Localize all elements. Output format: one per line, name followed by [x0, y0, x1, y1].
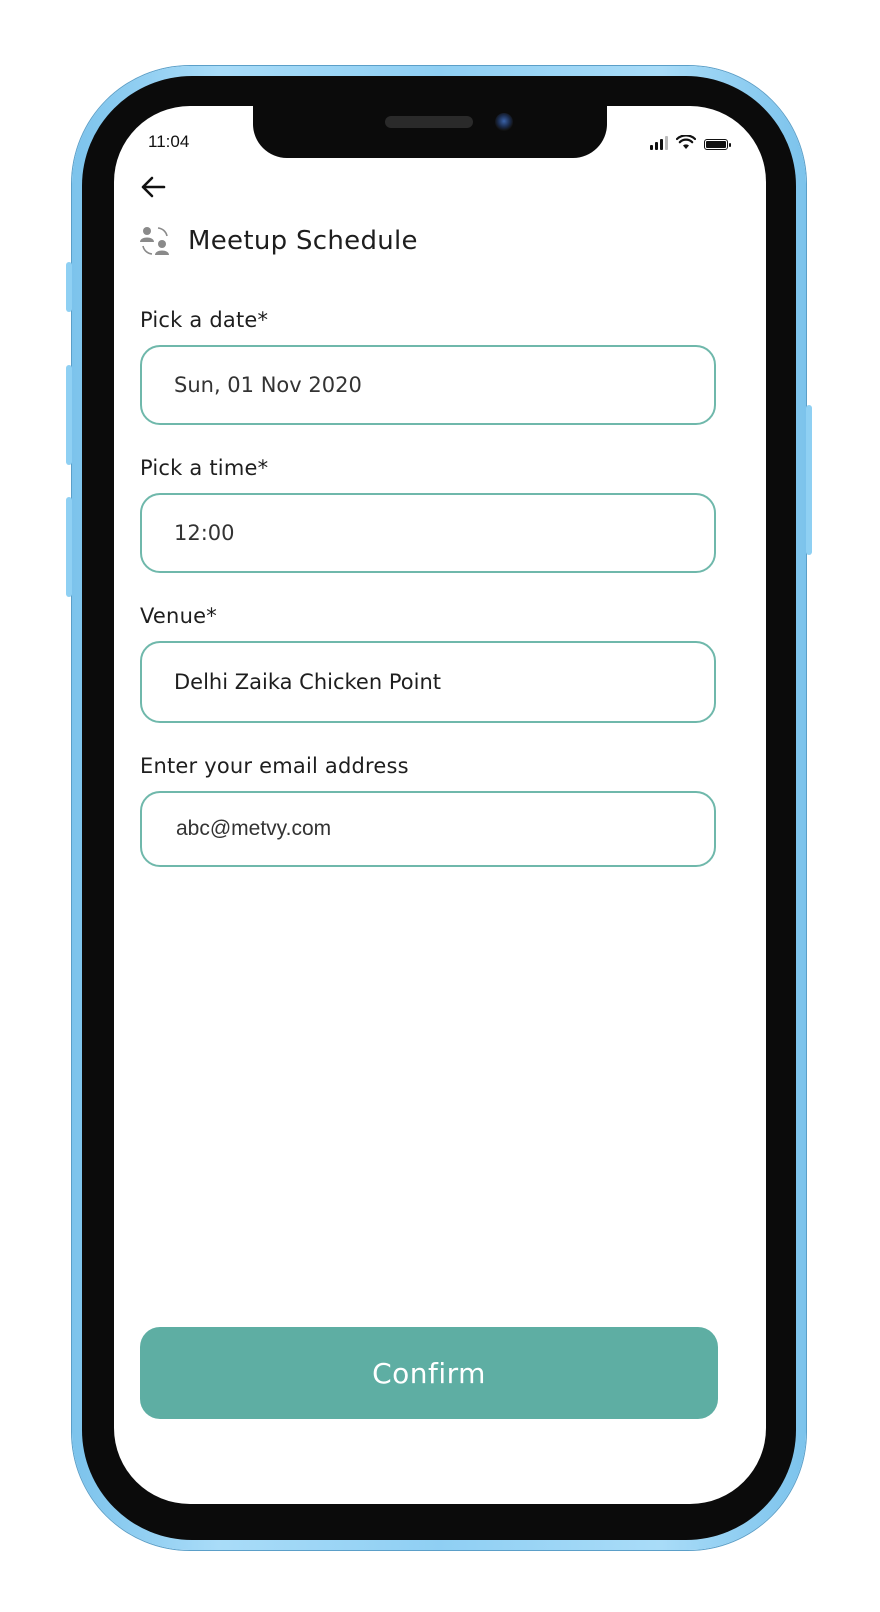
date-field[interactable]: Sun, 01 Nov 2020	[140, 345, 716, 425]
email-label: Enter your email address	[140, 754, 409, 778]
speaker-grille	[385, 116, 473, 128]
back-arrow-button[interactable]	[136, 170, 170, 204]
time-label: Pick a time*	[140, 456, 269, 480]
page-title: Meetup Schedule	[188, 226, 418, 256]
cellular-signal-icon	[650, 136, 668, 150]
email-field[interactable]: abc@metvy.com	[140, 791, 716, 867]
power-button	[806, 405, 812, 555]
confirm-button[interactable]: Confirm	[140, 1327, 718, 1419]
date-label: Pick a date*	[140, 308, 269, 332]
mute-switch	[66, 262, 72, 312]
page-header: Meetup Schedule	[138, 224, 418, 258]
back-arrow-icon	[141, 176, 166, 198]
notch	[253, 106, 607, 158]
volume-up-button	[66, 365, 72, 465]
people-swap-icon	[140, 227, 169, 255]
venue-label: Venue*	[140, 604, 217, 628]
volume-down-button	[66, 497, 72, 597]
status-icons	[650, 134, 731, 150]
battery-icon	[704, 139, 731, 150]
venue-field[interactable]: Delhi Zaika Chicken Point	[140, 641, 716, 723]
front-camera	[495, 113, 513, 131]
app-screen: 11:04 Meetup Schedule Pick a date* Sun, …	[114, 106, 766, 1504]
wifi-icon	[676, 135, 696, 149]
time-field[interactable]: 12:00	[140, 493, 716, 573]
status-time: 11:04	[148, 132, 190, 151]
